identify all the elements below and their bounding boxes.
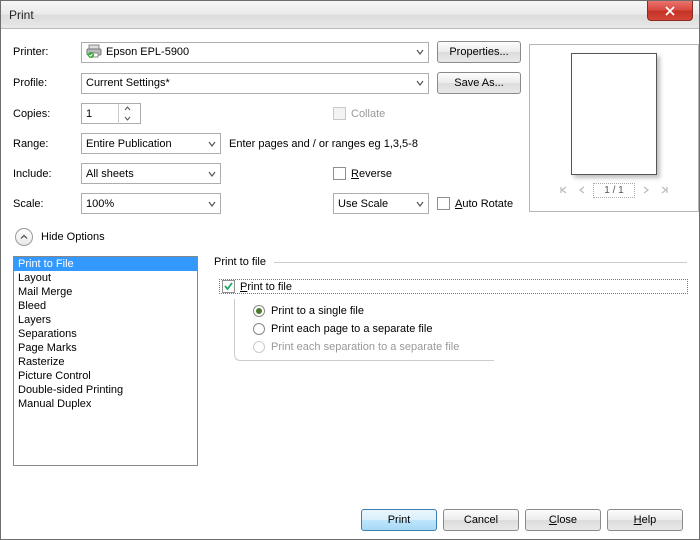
options-list-item[interactable]: Separations <box>14 327 197 341</box>
range-label: Range: <box>13 138 73 150</box>
scale-value: 100% <box>86 198 216 210</box>
scale-dropdown[interactable]: 100% <box>81 193 221 214</box>
preview-pager: 1 / 1 <box>557 183 670 198</box>
pager-first-button[interactable] <box>557 183 571 197</box>
options-list-item[interactable]: Double-sided Printing <box>14 383 197 397</box>
include-dropdown[interactable]: All sheets <box>81 163 221 184</box>
range-value: Entire Publication <box>86 138 216 150</box>
hide-options-toggle[interactable]: Hide Options <box>15 228 687 246</box>
panel-title: Print to file <box>214 256 266 268</box>
options-list-item[interactable]: Layout <box>14 271 197 285</box>
preview-page <box>571 53 657 175</box>
profile-dropdown[interactable]: Current Settings* <box>81 73 429 94</box>
copies-up-button[interactable] <box>119 104 135 114</box>
cancel-button[interactable]: Cancel <box>443 509 519 531</box>
options-list-item[interactable]: Mail Merge <box>14 285 197 299</box>
radio-each-separation: Print each separation to a separate file <box>253 341 494 353</box>
print-to-file-checkbox[interactable]: Print to file <box>220 280 687 293</box>
radio-single-file[interactable]: Print to a single file <box>253 305 494 317</box>
profile-label: Profile: <box>13 77 73 89</box>
advanced-area: Print to FileLayoutMail MergeBleedLayers… <box>13 256 687 503</box>
printer-dropdown[interactable]: Epson EPL-5900 <box>81 42 429 63</box>
help-button[interactable]: Help <box>607 509 683 531</box>
radio-each-separation-label: Print each separation to a separate file <box>271 341 459 353</box>
print-preview: 1 / 1 <box>529 44 699 212</box>
copies-input[interactable] <box>82 108 118 120</box>
copies-stepper[interactable] <box>81 103 141 124</box>
auto-rotate-checkbox[interactable]: Auto Rotate <box>437 197 521 210</box>
chevron-down-icon <box>416 48 424 56</box>
file-mode-group: Print to a single file Print each page t… <box>234 299 494 361</box>
options-list-item[interactable]: Rasterize <box>14 355 197 369</box>
chevron-up-icon <box>15 228 33 246</box>
chevron-down-icon <box>208 170 216 178</box>
collate-label: Collate <box>351 108 385 120</box>
properties-button[interactable]: Properties... <box>437 41 521 63</box>
save-as-button[interactable]: Save As... <box>437 72 521 94</box>
options-list-item[interactable]: Page Marks <box>14 341 197 355</box>
collate-checkbox: Collate <box>333 107 429 120</box>
scale-mode-dropdown[interactable]: Use Scale <box>333 193 429 214</box>
printer-value: Epson EPL-5900 <box>106 46 189 58</box>
print-to-file-label: Print to file <box>240 281 292 293</box>
reverse-checkbox[interactable]: Reverse <box>333 167 429 180</box>
window-title: Print <box>9 8 34 22</box>
pager-prev-button[interactable] <box>575 183 589 197</box>
include-label: Include: <box>13 168 73 180</box>
divider <box>274 262 687 263</box>
profile-value: Current Settings* <box>86 77 424 89</box>
pager-next-button[interactable] <box>639 183 653 197</box>
reverse-label: Reverse <box>351 168 392 180</box>
print-dialog: Print Printer: Epson EPL-5900 Properties… <box>0 0 700 540</box>
printer-icon <box>86 43 102 62</box>
chevron-down-icon <box>416 79 424 87</box>
close-dialog-button[interactable]: Close <box>525 509 601 531</box>
chevron-down-icon <box>416 200 424 208</box>
printer-label: Printer: <box>13 46 73 58</box>
options-list-item[interactable]: Manual Duplex <box>14 397 197 411</box>
dialog-footer: Print Cancel Close Help <box>13 503 687 531</box>
auto-rotate-label: Auto Rotate <box>455 198 513 210</box>
scale-label: Scale: <box>13 198 73 210</box>
radio-single-file-label: Print to a single file <box>271 305 364 317</box>
copies-down-button[interactable] <box>119 114 135 124</box>
close-icon <box>665 6 675 16</box>
close-button[interactable] <box>647 1 693 21</box>
copies-label: Copies: <box>13 108 73 120</box>
pager-last-button[interactable] <box>657 183 671 197</box>
print-to-file-panel: Print to file Print to file Print to a s… <box>214 256 687 503</box>
chevron-down-icon <box>208 140 216 148</box>
options-list-item[interactable]: Picture Control <box>14 369 197 383</box>
radio-each-page-label: Print each page to a separate file <box>271 323 432 335</box>
options-list-item[interactable]: Layers <box>14 313 197 327</box>
top-settings-grid: Printer: Epson EPL-5900 Properties... 1 … <box>13 41 687 214</box>
range-hint: Enter pages and / or ranges eg 1,3,5-8 <box>229 138 521 150</box>
options-list-item[interactable]: Print to File <box>14 257 197 271</box>
include-value: All sheets <box>86 168 216 180</box>
options-list-item[interactable]: Bleed <box>14 299 197 313</box>
chevron-down-icon <box>208 200 216 208</box>
range-dropdown[interactable]: Entire Publication <box>81 133 221 154</box>
options-listbox[interactable]: Print to FileLayoutMail MergeBleedLayers… <box>13 256 198 466</box>
hide-options-label: Hide Options <box>41 231 105 243</box>
radio-each-page[interactable]: Print each page to a separate file <box>253 323 494 335</box>
titlebar: Print <box>1 1 699 29</box>
scale-mode-value: Use Scale <box>338 198 424 210</box>
pager-indicator: 1 / 1 <box>593 183 634 198</box>
dialog-content: Printer: Epson EPL-5900 Properties... 1 … <box>1 29 699 539</box>
print-button[interactable]: Print <box>361 509 437 531</box>
